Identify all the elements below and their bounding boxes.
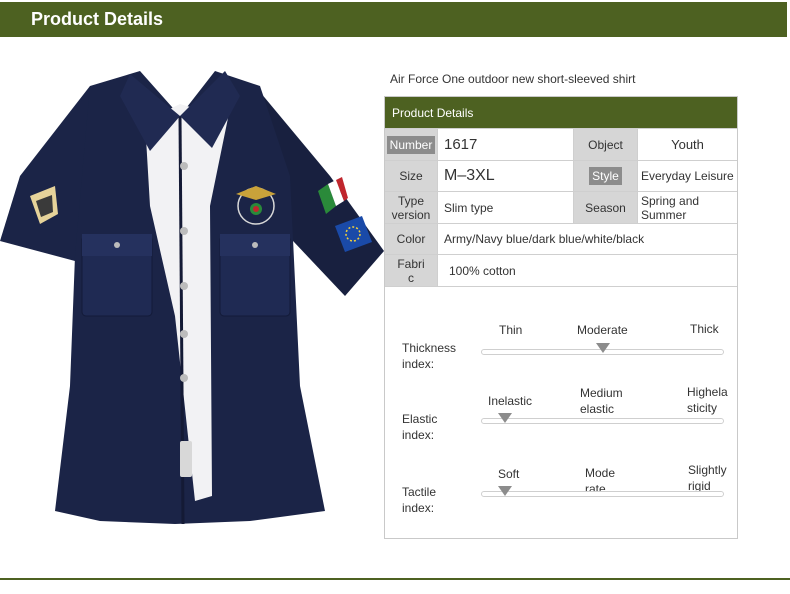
spec-value-color: Army/Navy blue/dark blue/white/black	[438, 224, 737, 254]
navy-shirt-illustration	[0, 71, 384, 525]
thickness-option-moderate: Moderate	[577, 323, 628, 337]
thickness-option-thin: Thin	[499, 323, 523, 337]
spec-value-object: Youth	[638, 129, 737, 160]
spec-label-style: Style	[574, 161, 637, 191]
thickness-index-label: Thickness index:	[402, 341, 457, 371]
elastic-option-medium: Medium elastic	[580, 386, 623, 416]
section-header: Product Details	[0, 2, 787, 37]
spec-label-type: Type version	[385, 192, 437, 223]
spec-label-season: Season	[574, 192, 637, 223]
shirt-button	[180, 162, 188, 170]
elastic-index-label: Elastic index:	[402, 412, 438, 442]
pocket-button	[252, 242, 258, 248]
product-subtitle: Air Force One outdoor new short-sleeved …	[390, 72, 636, 86]
spec-value-type: Slim type	[438, 192, 573, 223]
footer-divider	[0, 578, 790, 580]
spec-value-season: Spring and Summer	[638, 192, 737, 223]
grid-line	[437, 128, 438, 286]
spec-label-number: Number	[385, 129, 437, 160]
elastic-option-inelastic: Inelastic	[488, 394, 533, 408]
shirt-button	[180, 227, 188, 235]
section-title: Product Details	[31, 9, 164, 29]
product-image	[0, 56, 384, 526]
spec-value-size: M–3XL	[438, 161, 573, 191]
tactile-option-soft: Soft	[498, 467, 520, 481]
elastic-slider-track	[481, 418, 724, 424]
spec-value-number: 1617	[438, 129, 573, 160]
tactile-slider-track	[481, 491, 724, 497]
tactile-index-label: Tactile index:	[402, 485, 437, 515]
pocket-button	[114, 242, 120, 248]
thickness-option-thick: Thick	[690, 322, 719, 336]
spec-value-style: Everyday Leisure	[638, 161, 737, 191]
thickness-slider-marker	[595, 343, 610, 353]
spec-label-color: Color	[385, 224, 437, 254]
spec-value-fabric: 100% cotton	[438, 255, 737, 286]
grid-line	[573, 128, 574, 223]
panel-title: Product Details	[385, 97, 737, 128]
grid-line	[637, 128, 638, 223]
elastic-option-high: Highela sticity	[687, 385, 728, 415]
elastic-slider-marker	[498, 413, 513, 423]
spec-label-size: Size	[385, 161, 437, 191]
tactile-slider-marker	[498, 486, 513, 496]
spec-label-fabric: Fabri c	[385, 255, 437, 286]
spec-label-object: Object	[574, 129, 637, 160]
grid-line	[385, 286, 737, 287]
shirt-button	[180, 374, 188, 382]
tactile-option-rigid: Slightly rigid	[688, 463, 727, 493]
details-panel: Product Details Number 1617 Object Youth…	[384, 96, 738, 539]
shirt-button	[180, 330, 188, 338]
shirt-button	[180, 282, 188, 290]
hem-label	[180, 441, 192, 477]
